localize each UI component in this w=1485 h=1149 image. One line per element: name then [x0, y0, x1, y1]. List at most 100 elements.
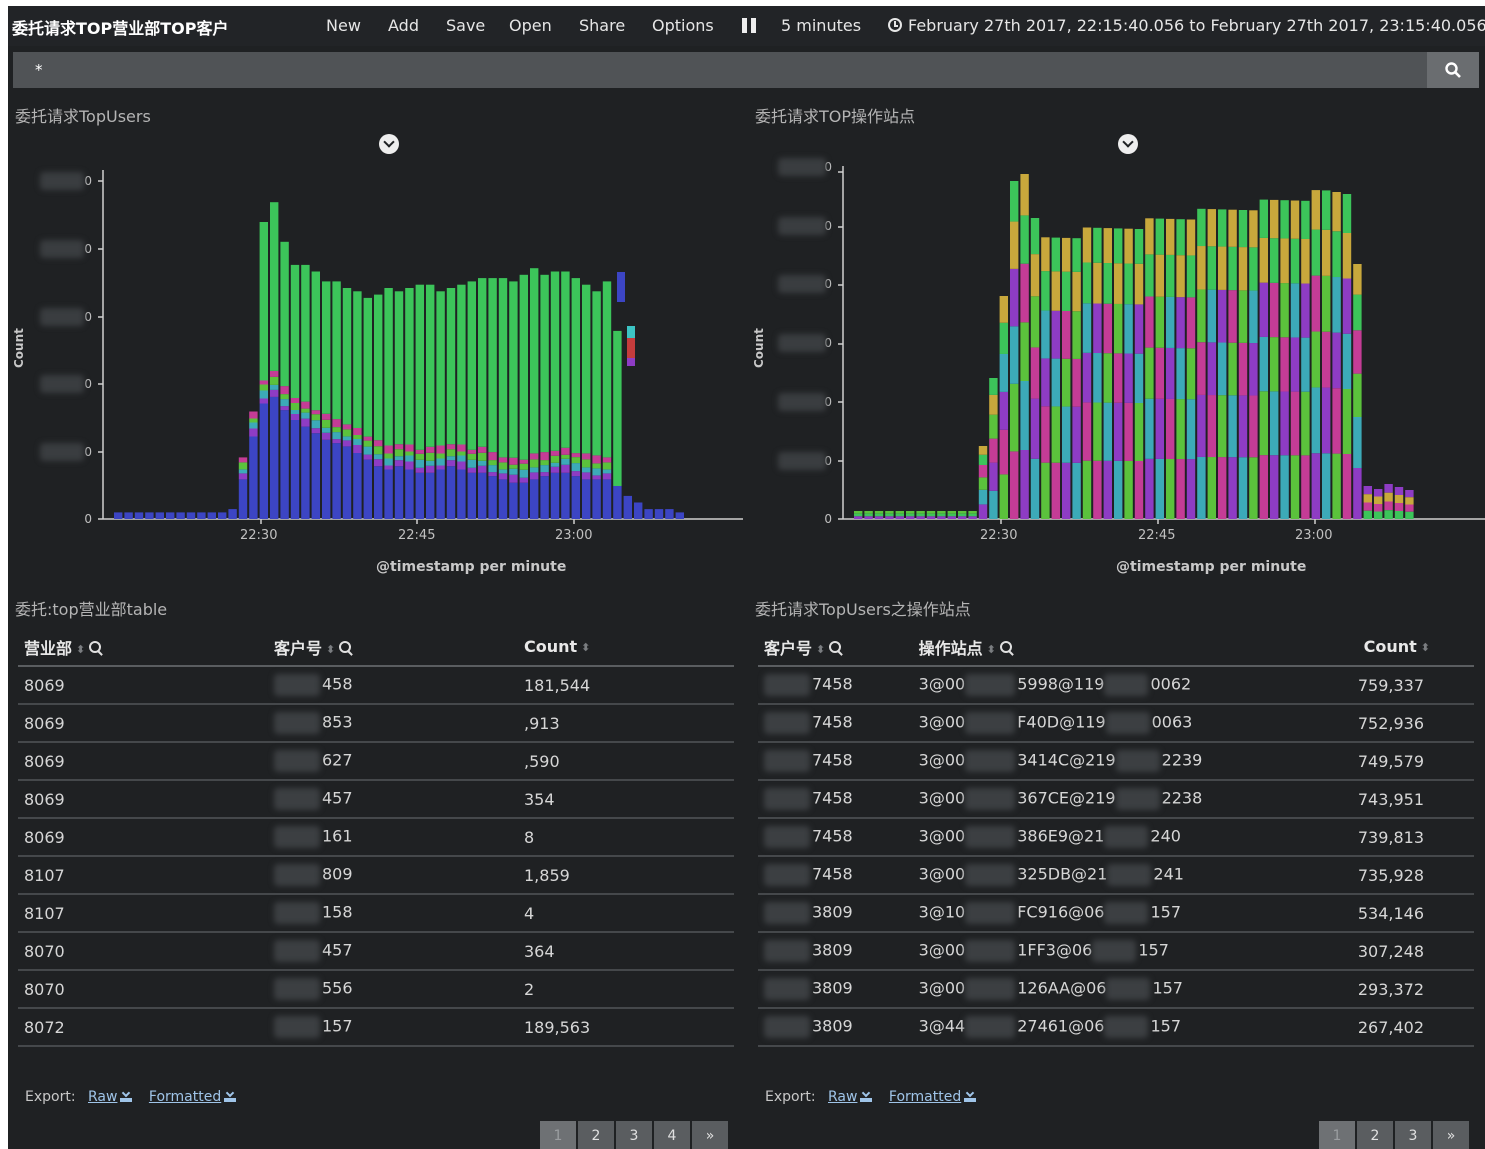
- sort-icon[interactable]: ⬍: [326, 643, 335, 656]
- left-bar-segment: [405, 455, 414, 462]
- table-row[interactable]: 8069 457 354: [18, 780, 734, 819]
- left-bar-segment: [332, 432, 341, 440]
- page-button[interactable]: 2: [1357, 1121, 1393, 1149]
- right-bar-segment: [1218, 246, 1227, 290]
- customer-id-cell: 7458: [758, 704, 913, 743]
- left-bar-segment: [467, 453, 476, 460]
- table-row[interactable]: 3809 3@00 126AA@06 157 293,372: [758, 970, 1474, 1009]
- left-x-tick: 22:45: [398, 528, 436, 543]
- right-bar-segment: [1093, 227, 1102, 263]
- sort-icon[interactable]: ⬍: [581, 641, 590, 654]
- column-header-customer-id[interactable]: 客户号 ⬍: [758, 628, 913, 667]
- right-bar-segment: [1353, 330, 1362, 374]
- left-bar-segment: [550, 466, 560, 473]
- left-bar-segment: [509, 457, 518, 465]
- column-header-count[interactable]: Count ⬍: [518, 628, 734, 667]
- filter-search-icon[interactable]: [339, 640, 353, 655]
- page-button[interactable]: 1: [1319, 1121, 1355, 1149]
- table-row[interactable]: 8070 457 364: [18, 932, 734, 971]
- left-bar-segment: [550, 472, 560, 519]
- left-bar-segment: [280, 399, 289, 407]
- right-bar-segment: [1322, 331, 1331, 388]
- export-formatted-link[interactable]: Formatted: [149, 1089, 237, 1105]
- right-bar-segment: [1010, 383, 1019, 452]
- page-button[interactable]: 1: [540, 1121, 576, 1149]
- right-bar-segment: [1290, 391, 1300, 456]
- left-bar-segment: [509, 482, 518, 519]
- table-row[interactable]: 7458 3@00 386E9@21 240 739,813: [758, 818, 1474, 857]
- branch-cell: 8072: [18, 1008, 268, 1047]
- right-bar-segment: [937, 516, 946, 519]
- table-row[interactable]: 3809 3@44 27461@06 157 267,402: [758, 1008, 1474, 1047]
- right-bar-segment: [1374, 489, 1383, 497]
- column-header-customer-id[interactable]: 客户号 ⬍: [268, 628, 518, 667]
- count-cell: ,590: [518, 742, 734, 781]
- table-row[interactable]: 7458 3@00 325DB@21 241 735,928: [758, 856, 1474, 895]
- left-bar-segment: [613, 486, 622, 519]
- table-row[interactable]: 3809 3@10 FC916@06 157 534,146: [758, 894, 1474, 933]
- table-row[interactable]: 7458 3@00 3414C@219 2239 749,579: [758, 742, 1474, 781]
- table-row[interactable]: 8069 853,913: [18, 704, 734, 743]
- table-row[interactable]: 8069 458 181,544: [18, 666, 734, 705]
- table-row[interactable]: 7458 3@00 367CE@219 2238 743,951: [758, 780, 1474, 819]
- right-bar-segment: [1041, 310, 1050, 359]
- sort-icon[interactable]: ⬍: [816, 643, 825, 656]
- sort-icon[interactable]: ⬍: [76, 643, 85, 656]
- column-header-station[interactable]: 操作站点 ⬍: [912, 628, 1352, 667]
- left-bar-segment: [550, 271, 560, 451]
- left-bar-segment: [571, 476, 580, 519]
- table-row[interactable]: 8069 161 8: [18, 818, 734, 857]
- table-row[interactable]: 8072 157 189,563: [18, 1008, 734, 1047]
- right-bar-segment: [1051, 406, 1060, 463]
- export-formatted-link[interactable]: Formatted: [889, 1089, 977, 1105]
- left-bar-segment: [654, 509, 664, 519]
- left-bar-segment: [436, 469, 445, 519]
- column-header-branch[interactable]: 营业部 ⬍: [18, 628, 268, 667]
- left-bar-segment: [498, 457, 508, 463]
- right-bar-segment: [1176, 459, 1185, 519]
- left-bar-segment: [592, 479, 601, 519]
- column-header-count[interactable]: Count ⬍: [1351, 628, 1474, 667]
- left-bar-segment: [436, 291, 445, 446]
- next-page-button[interactable]: »: [1433, 1121, 1469, 1149]
- redaction: [274, 978, 320, 1000]
- redaction: [1105, 712, 1150, 734]
- table-row[interactable]: 7458 3@00 F40D@119 0063 752,936: [758, 704, 1474, 743]
- filter-search-icon[interactable]: [829, 640, 843, 655]
- next-page-button[interactable]: »: [692, 1121, 728, 1149]
- export-raw-link[interactable]: Raw: [88, 1089, 133, 1105]
- page-button[interactable]: 2: [578, 1121, 614, 1149]
- filter-search-icon[interactable]: [999, 640, 1014, 655]
- table-row[interactable]: 7458 3@00 5998@119 0062 759,337: [758, 666, 1474, 705]
- table-row[interactable]: 8107 158 4: [18, 894, 734, 933]
- redaction: [764, 712, 810, 734]
- right-bar-segment: [989, 438, 998, 463]
- left-bar-segment: [311, 420, 320, 429]
- filter-search-icon[interactable]: [89, 640, 103, 655]
- page-button[interactable]: 3: [616, 1121, 652, 1149]
- left-bar-segment: [342, 288, 352, 425]
- left-bar-segment: [457, 444, 466, 452]
- left-bar-segment: [238, 457, 248, 463]
- left-bar-segment: [259, 384, 268, 391]
- right-bar-segment: [1134, 403, 1144, 461]
- right-bar-segment: [1280, 391, 1289, 456]
- left-bar-segment: [582, 479, 591, 519]
- sort-icon[interactable]: ⬍: [987, 643, 996, 656]
- table-row[interactable]: 3809 3@00 1FF3@06 157 307,248: [758, 932, 1474, 971]
- right-bar-segment: [1062, 462, 1071, 519]
- page-button[interactable]: 4: [654, 1121, 690, 1149]
- left-chart-y-label: Count: [12, 328, 26, 368]
- right-bar-segment: [1166, 218, 1175, 255]
- table-row[interactable]: 8070 556 2: [18, 970, 734, 1009]
- right-bar-segment: [1290, 238, 1300, 284]
- page-button[interactable]: 3: [1395, 1121, 1431, 1149]
- count-cell: 743,951: [1351, 780, 1474, 819]
- right-bar-segment: [1249, 343, 1258, 396]
- right-bar-segment: [1103, 303, 1112, 354]
- table-row[interactable]: 8069 627,590: [18, 742, 734, 781]
- export-raw-link[interactable]: Raw: [828, 1089, 873, 1105]
- table-row[interactable]: 8107 809 1,859: [18, 856, 734, 895]
- sort-icon[interactable]: ⬍: [1421, 641, 1430, 654]
- right-bar-segment: [1041, 237, 1050, 272]
